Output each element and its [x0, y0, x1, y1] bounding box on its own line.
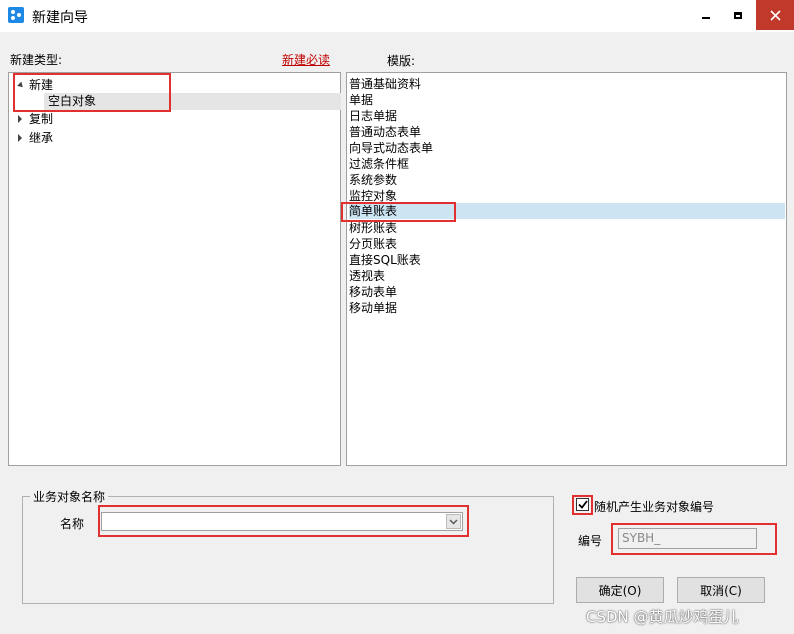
template-item[interactable]: 透视表 [349, 268, 785, 284]
new-type-label: 新建类型: [10, 53, 63, 67]
tree-node-inherit[interactable]: 继承 [9, 130, 339, 147]
template-list[interactable]: 普通基础资料 单据 日志单据 普通动态表单 向导式动态表单 过滤条件框 系统参数… [346, 72, 787, 466]
code-label: 编号 [578, 534, 603, 548]
title-bar [0, 0, 794, 32]
chevron-down-icon [449, 519, 458, 524]
tree-node-blank-object[interactable]: 空白对象 [44, 93, 341, 110]
template-item[interactable]: 直接SQL账表 [349, 252, 785, 268]
minimize-icon [702, 17, 710, 19]
checkmark-icon [577, 500, 588, 509]
close-icon [769, 9, 781, 21]
app-icon [8, 7, 24, 23]
tree-node-inherit-label: 继承 [29, 131, 54, 145]
name-combobox[interactable] [101, 512, 463, 531]
maximize-button[interactable] [722, 0, 754, 30]
name-label: 名称 [60, 517, 85, 531]
window-title: 新建向导 [32, 10, 88, 26]
collapsed-arrow-icon [18, 134, 22, 142]
type-tree[interactable]: 新建 空白对象 复制 继承 [8, 72, 341, 466]
template-item[interactable]: 单据 [349, 92, 785, 108]
template-item[interactable]: 日志单据 [349, 108, 785, 124]
tree-node-blank-object-label: 空白对象 [48, 94, 97, 108]
ok-button[interactable]: 确定(O) [576, 577, 664, 603]
tree-node-new[interactable]: 新建 [9, 77, 339, 94]
random-code-label[interactable]: 随机产生业务对象编号 [594, 498, 714, 515]
template-item[interactable]: 监控对象 [349, 188, 785, 204]
template-label: 模版: [387, 54, 416, 68]
close-button[interactable] [756, 0, 794, 30]
template-item[interactable]: 普通动态表单 [349, 124, 785, 140]
tree-node-copy[interactable]: 复制 [9, 111, 339, 128]
collapsed-arrow-icon [18, 115, 22, 123]
template-item[interactable]: 移动单据 [349, 300, 785, 316]
random-code-checkbox[interactable] [576, 498, 589, 511]
maximize-icon [734, 11, 742, 19]
tree-node-new-label: 新建 [29, 78, 54, 92]
code-input[interactable]: SYBH_ [618, 528, 757, 549]
template-item[interactable]: 分页账表 [349, 236, 785, 252]
template-item[interactable]: 树形账表 [349, 220, 785, 236]
expanded-arrow-icon [17, 81, 25, 90]
template-item-selected[interactable]: 简单账表 [349, 203, 785, 219]
watermark: CSDN @黄瓜炒鸡蛋儿 [586, 608, 739, 626]
must-read-link[interactable]: 新建必读 [282, 51, 330, 68]
template-item[interactable]: 移动表单 [349, 284, 785, 300]
template-item[interactable]: 系统参数 [349, 172, 785, 188]
tree-node-copy-label: 复制 [29, 112, 54, 126]
dropdown-button[interactable] [446, 514, 461, 529]
minimize-button[interactable] [690, 0, 722, 30]
business-object-group-title: 业务对象名称 [30, 488, 109, 505]
template-item[interactable]: 普通基础资料 [349, 76, 785, 92]
cancel-button[interactable]: 取消(C) [677, 577, 765, 603]
template-item[interactable]: 向导式动态表单 [349, 140, 785, 156]
template-item[interactable]: 过滤条件框 [349, 156, 785, 172]
